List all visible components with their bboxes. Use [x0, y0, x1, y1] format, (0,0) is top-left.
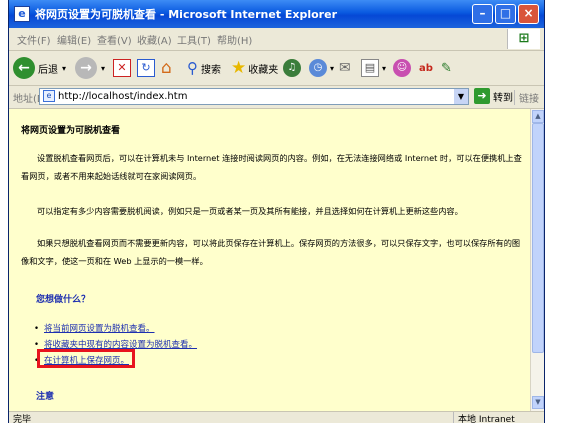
research-icon: ab — [419, 62, 433, 74]
print-button[interactable]: ▤ ▾ — [361, 56, 386, 80]
vertical-scrollbar[interactable]: ▲ ▼ — [530, 109, 544, 411]
back-label: 后退 — [38, 64, 58, 76]
close-button[interactable]: × — [518, 4, 539, 24]
back-button[interactable]: ← 后退 ▾ — [13, 56, 66, 80]
chevron-down-icon: ▾ — [330, 63, 335, 73]
status-bar: 完毕 本地 Intranet — [9, 411, 544, 423]
star-icon: ★ — [231, 58, 247, 78]
toolbar: ← 后退 ▾ → ▾ ✕ ↻ ⌂ ⚲ 搜索 ★ 收藏夹 ♫ ◷ ▾ ✉ ▤ ▾ … — [9, 51, 544, 86]
media-button[interactable]: ♫ — [283, 56, 301, 80]
highlight-box — [37, 349, 135, 368]
link-set-current-offline[interactable]: 将当前网页设置为脱机查看。 — [44, 324, 155, 334]
scroll-thumb[interactable] — [532, 123, 544, 353]
media-icon: ♫ — [283, 59, 301, 77]
page-heading: 将网页设置为可脱机查看 — [21, 126, 121, 136]
refresh-icon: ↻ — [137, 59, 155, 77]
address-bar: 地址(D) e http://localhost/index.htm ▼ ➜ 转到… — [9, 86, 544, 109]
links-button[interactable]: 链接 — [514, 90, 539, 105]
security-zone: 本地 Intranet — [453, 412, 515, 423]
scroll-down-icon[interactable]: ▼ — [532, 396, 544, 409]
menu-edit[interactable]: 编辑(E) — [57, 32, 91, 47]
list-item: • 将当前网页设置为脱机查看。 — [34, 321, 197, 337]
discuss-icon: ✎ — [441, 60, 452, 76]
maximize-button[interactable]: □ — [495, 4, 516, 24]
ie-window: e 将网页设置为可脱机查看 - Microsoft Internet Explo… — [8, 0, 545, 423]
address-url: http://localhost/index.htm — [58, 91, 188, 102]
title-bar[interactable]: e 将网页设置为可脱机查看 - Microsoft Internet Explo… — [9, 0, 544, 28]
messenger-icon: ☺ — [393, 59, 411, 77]
menu-tools[interactable]: 工具(T) — [177, 32, 211, 47]
messenger-button[interactable]: ☺ — [393, 56, 411, 80]
history-icon: ◷ — [309, 59, 327, 77]
chevron-down-icon: ▾ — [62, 63, 67, 73]
window-title: 将网页设置为可脱机查看 - Microsoft Internet Explore… — [35, 8, 337, 21]
bullet: • — [34, 324, 40, 334]
go-label: 转到 — [493, 92, 513, 104]
address-dropdown-icon[interactable]: ▼ — [454, 89, 468, 104]
ie-icon: e — [14, 6, 30, 22]
favorites-button[interactable]: ★ 收藏夹 — [231, 56, 278, 80]
home-icon: ⌂ — [161, 58, 172, 78]
page-icon: e — [43, 90, 55, 102]
menu-bar: 文件(F) 编辑(E) 查看(V) 收藏(A) 工具(T) 帮助(H) ⊞ — [9, 28, 544, 51]
discuss-button[interactable]: ✎ — [441, 56, 452, 80]
windows-logo-icon: ⊞ — [507, 29, 540, 49]
research-button[interactable]: ab — [419, 56, 433, 80]
paragraph-intro: 设置脱机查看网页后，可以在计算机未与 Internet 连接时阅读网页的内容。例… — [21, 153, 522, 181]
go-arrow-icon: ➜ — [474, 88, 490, 104]
home-button[interactable]: ⌂ — [161, 56, 172, 80]
minimize-button[interactable]: – — [472, 4, 493, 24]
status-text: 完毕 — [13, 415, 32, 423]
print-icon: ▤ — [361, 59, 379, 77]
chevron-down-icon: ▾ — [382, 63, 387, 73]
search-icon: ⚲ — [187, 59, 198, 77]
mail-icon: ✉ — [339, 60, 351, 76]
paragraph-save: 如果只想脱机查看网页而不需要更新内容，可以将此页保存在计算机上。保存网页的方法很… — [21, 238, 521, 266]
menu-favorites[interactable]: 收藏(A) — [137, 32, 172, 47]
menu-view[interactable]: 查看(V) — [97, 32, 132, 47]
mail-button[interactable]: ✉ — [339, 56, 351, 80]
chevron-down-icon: ▾ — [101, 63, 106, 73]
question-heading: 您想做什么？ — [36, 295, 91, 305]
note-heading: 注意 — [36, 392, 55, 402]
forward-button[interactable]: → ▾ — [75, 56, 105, 80]
menu-file[interactable]: 文件(F) — [17, 32, 51, 47]
stop-button[interactable]: ✕ — [113, 56, 131, 80]
forward-arrow-icon: → — [75, 57, 97, 79]
go-button[interactable]: ➜ 转到 — [474, 88, 513, 104]
stop-icon: ✕ — [113, 59, 131, 77]
menu-help[interactable]: 帮助(H) — [217, 32, 252, 47]
address-input[interactable]: e http://localhost/index.htm ▼ — [39, 88, 469, 105]
back-arrow-icon: ← — [13, 57, 35, 79]
search-label: 搜索 — [201, 64, 221, 76]
scroll-up-icon[interactable]: ▲ — [532, 110, 544, 123]
page-content: 将网页设置为可脱机查看 设置脱机查看网页后，可以在计算机未与 Internet … — [9, 109, 530, 411]
history-button[interactable]: ◷ ▾ — [309, 56, 334, 80]
refresh-button[interactable]: ↻ — [137, 56, 155, 80]
paragraph-specify: 可以指定有多少内容需要脱机阅读，例如只是一页或者某一页及其所有能接，并且选择如何… — [37, 206, 463, 216]
favorites-label: 收藏夹 — [248, 64, 279, 76]
search-button[interactable]: ⚲ 搜索 — [187, 56, 221, 80]
